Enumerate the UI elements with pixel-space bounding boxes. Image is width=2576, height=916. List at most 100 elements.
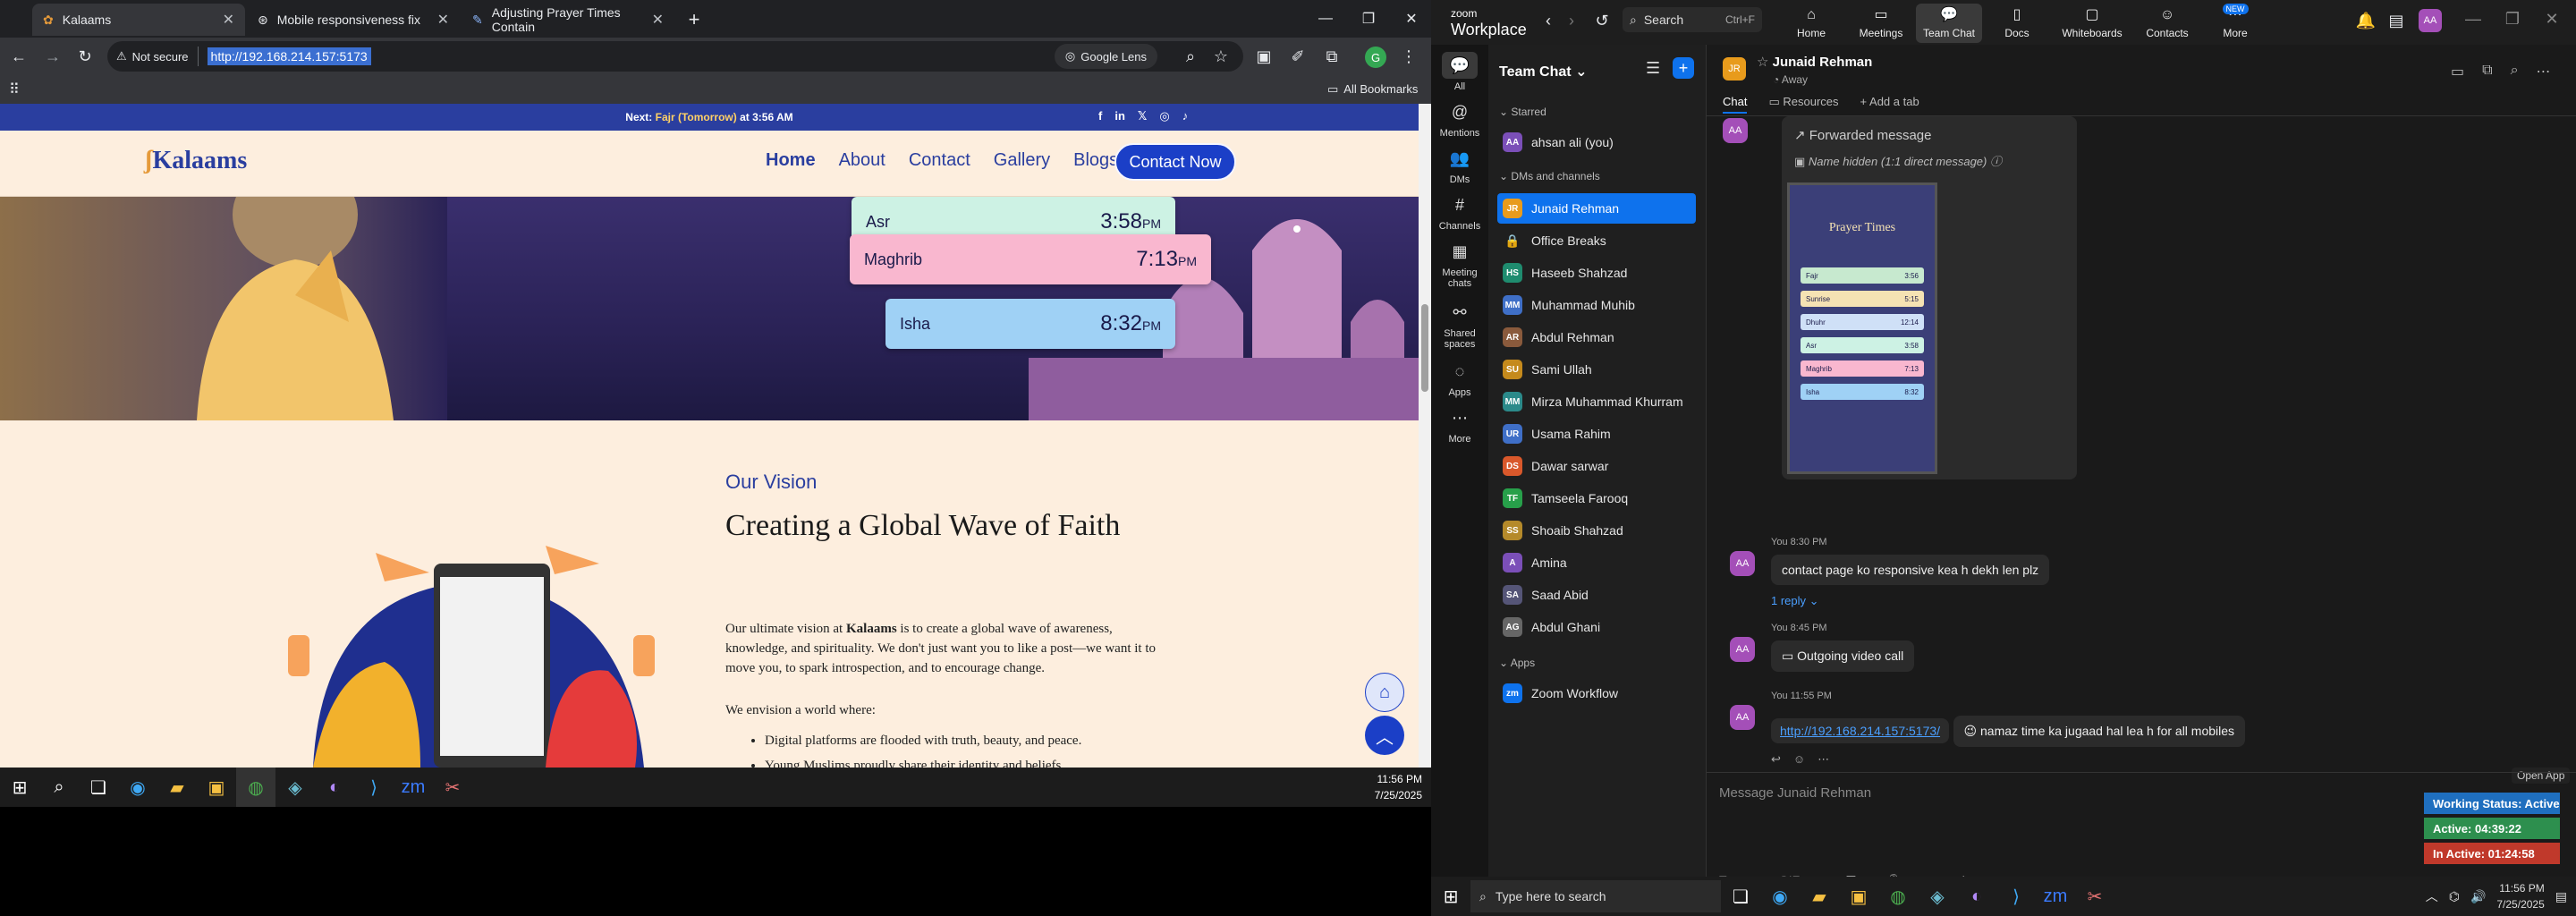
- taskbar-clock[interactable]: 11:56 PM 7/25/2025: [2496, 880, 2544, 912]
- bookmark-star-icon[interactable]: ☆: [1208, 43, 1234, 70]
- snipping-icon[interactable]: ✂: [433, 768, 472, 807]
- store-icon[interactable]: ▣: [197, 768, 236, 807]
- tab-home[interactable]: ⌂ Home: [1778, 4, 1844, 43]
- network-icon[interactable]: ⌬: [2449, 889, 2460, 904]
- sidebar-title[interactable]: Team Chat ⌄: [1499, 63, 1587, 81]
- close-tab-icon[interactable]: ✕: [437, 11, 449, 29]
- notification-icon[interactable]: ▤: [2555, 889, 2567, 904]
- snipping-icon[interactable]: ✂: [2075, 877, 2114, 916]
- x-twitter-icon[interactable]: 𝕏: [1138, 109, 1147, 123]
- chrome-icon[interactable]: ◍: [1878, 877, 1918, 916]
- vscode-icon[interactable]: ⟩: [354, 768, 394, 807]
- zoom-search[interactable]: ⌕ Search Ctrl+F: [1623, 7, 1762, 32]
- message-bubble[interactable]: contact page ko responsive kea h dekh le…: [1771, 555, 2050, 585]
- message-bubble[interactable]: 😉 namaz time ka jugaad hal lea h for all…: [1953, 716, 2246, 747]
- new-tab-button[interactable]: +: [676, 4, 712, 36]
- rail-shared-spaces[interactable]: ⚯ Shared spaces: [1431, 299, 1488, 351]
- rail-mentions[interactable]: @ Mentions: [1431, 98, 1488, 140]
- react-icon[interactable]: ☺: [1793, 752, 1805, 767]
- zoom-taskbar-icon[interactable]: zm: [2036, 877, 2075, 916]
- app-icon[interactable]: ◈: [1918, 877, 1957, 916]
- address-bar[interactable]: ⚠ Not secure http://192.168.214.157:5173…: [107, 41, 1243, 72]
- forwarded-message[interactable]: ↗ Forwarded message ▣ Name hidden (1:1 d…: [1782, 116, 2077, 479]
- tab-resources[interactable]: ▭ Resources: [1768, 95, 1838, 114]
- apps-grid-icon[interactable]: ⠿: [9, 81, 20, 98]
- filter-icon[interactable]: ☰: [1646, 59, 1660, 78]
- contact-ahsan-ali[interactable]: AA ahsan ali (you): [1497, 127, 1696, 157]
- tab-contacts[interactable]: ☺ Contacts: [2134, 4, 2200, 43]
- tab-whiteboards[interactable]: ▢ Whiteboards: [2052, 4, 2132, 43]
- extensions-puzzle-icon[interactable]: ⧉: [1318, 43, 1345, 70]
- github-icon[interactable]: ◐: [1957, 877, 1996, 916]
- contact-dawar-sarwar[interactable]: DS Dawar sarwar: [1497, 451, 1696, 481]
- contact-saad-abid[interactable]: SA Saad Abid: [1497, 580, 1696, 610]
- rail-dms[interactable]: 👥 DMs: [1431, 145, 1488, 186]
- nav-blogs[interactable]: Blogs: [1073, 150, 1118, 171]
- contact-tamseela-farooq[interactable]: TF Tamseela Farooq: [1497, 483, 1696, 513]
- tab-add[interactable]: + Add a tab: [1860, 95, 1919, 114]
- more-icon[interactable]: ⋯: [1818, 752, 1829, 767]
- section-dms-channels[interactable]: ⌄ DMs and channels: [1499, 170, 1600, 182]
- windows-start-icon[interactable]: ⊞: [0, 768, 39, 807]
- contact-now-button[interactable]: Contact Now: [1114, 143, 1236, 181]
- eyedropper-icon[interactable]: ✐: [1284, 43, 1311, 70]
- nav-home[interactable]: Home: [766, 150, 816, 171]
- chrome-icon[interactable]: ◍: [236, 768, 275, 807]
- user-avatar[interactable]: AA: [2419, 9, 2442, 32]
- not-secure-chip[interactable]: ⚠ Not secure: [107, 47, 199, 66]
- star-icon[interactable]: ☆: [1757, 55, 1768, 70]
- contact-haseeb-shahzad[interactable]: HS Haseeb Shahzad: [1497, 258, 1696, 288]
- chevron-up-icon[interactable]: ︿: [2426, 887, 2438, 905]
- search-icon[interactable]: ⌕: [2511, 63, 2519, 81]
- info-icon[interactable]: ⓘ: [1990, 155, 2002, 168]
- edge-icon[interactable]: ◉: [118, 768, 157, 807]
- close-tab-icon[interactable]: ✕: [223, 11, 234, 29]
- menu-kebab-icon[interactable]: ⋮: [1395, 43, 1422, 70]
- forward-icon[interactable]: ›: [1558, 7, 1585, 34]
- task-view-icon[interactable]: ❏: [79, 768, 118, 807]
- tab-chatgpt[interactable]: ⊛ Mobile responsiveness fix ✕: [247, 4, 460, 36]
- working-status-badge[interactable]: Working Status: Active: [2424, 793, 2560, 814]
- facebook-icon[interactable]: f: [1098, 109, 1102, 123]
- tab-more[interactable]: NEW ⋯ More: [2202, 4, 2268, 43]
- history-icon[interactable]: ↺: [1589, 7, 1615, 34]
- video-call-bubble[interactable]: ▭ Outgoing video call: [1771, 640, 1915, 672]
- scrollbar-thumb[interactable]: [1421, 304, 1428, 392]
- zoom-icon[interactable]: ⌕: [1177, 43, 1204, 70]
- reply-icon[interactable]: ↩: [1771, 752, 1781, 767]
- minimize-icon[interactable]: —: [2460, 5, 2487, 32]
- search-icon[interactable]: ⌕: [39, 768, 79, 807]
- tiktok-icon[interactable]: ♪: [1182, 109, 1189, 123]
- contact-sami-ullah[interactable]: SU Sami Ullah: [1497, 354, 1696, 385]
- tab-kalaams[interactable]: ✿ Kalaams ✕: [32, 4, 245, 36]
- chat-contact-name[interactable]: ☆ Junaid Rehman: [1757, 54, 1872, 70]
- store-icon[interactable]: ▣: [1839, 877, 1878, 916]
- contact-shoaib-shahzad[interactable]: SS Shoaib Shahzad: [1497, 515, 1696, 546]
- section-apps[interactable]: ⌄ Apps: [1499, 657, 1535, 669]
- close-window-icon[interactable]: ✕: [2538, 5, 2565, 32]
- profile-avatar[interactable]: G: [1365, 47, 1386, 68]
- rail-all[interactable]: 💬 All: [1431, 52, 1488, 92]
- video-call-icon[interactable]: ▭: [2451, 63, 2464, 81]
- instagram-icon[interactable]: ◎: [1159, 109, 1169, 123]
- scroll-top-button[interactable]: ︿: [1365, 716, 1404, 755]
- layout-icon[interactable]: ▤: [2383, 7, 2410, 34]
- message-link[interactable]: http://192.168.214.157:5173/: [1771, 718, 1950, 743]
- windows-start-icon[interactable]: ⊞: [1431, 877, 1470, 916]
- edge-icon[interactable]: ◉: [1760, 877, 1800, 916]
- close-tab-icon[interactable]: ✕: [652, 11, 664, 29]
- google-lens-button[interactable]: ◎ Google Lens: [1054, 44, 1157, 69]
- tab-claude[interactable]: ✎ Adjusting Prayer Times Contain ✕: [462, 4, 674, 36]
- close-window-icon[interactable]: ✕: [1385, 0, 1431, 38]
- taskbar-clock[interactable]: 11:56 PM 7/25/2025: [1375, 771, 1422, 803]
- zoom-taskbar-icon[interactable]: zm: [394, 768, 433, 807]
- file-explorer-icon[interactable]: ▰: [1800, 877, 1839, 916]
- task-view-icon[interactable]: ❏: [1721, 877, 1760, 916]
- app-icon[interactable]: ◈: [275, 768, 315, 807]
- forward-icon[interactable]: →: [39, 43, 66, 70]
- contact-amina[interactable]: A Amina: [1497, 547, 1696, 578]
- extension-icon-1[interactable]: ▣: [1250, 43, 1277, 70]
- rail-meeting-chats[interactable]: ▦ Meeting chats: [1431, 238, 1488, 290]
- site-logo[interactable]: ʃKalaams: [145, 147, 247, 175]
- rail-channels[interactable]: # Channels: [1431, 191, 1488, 233]
